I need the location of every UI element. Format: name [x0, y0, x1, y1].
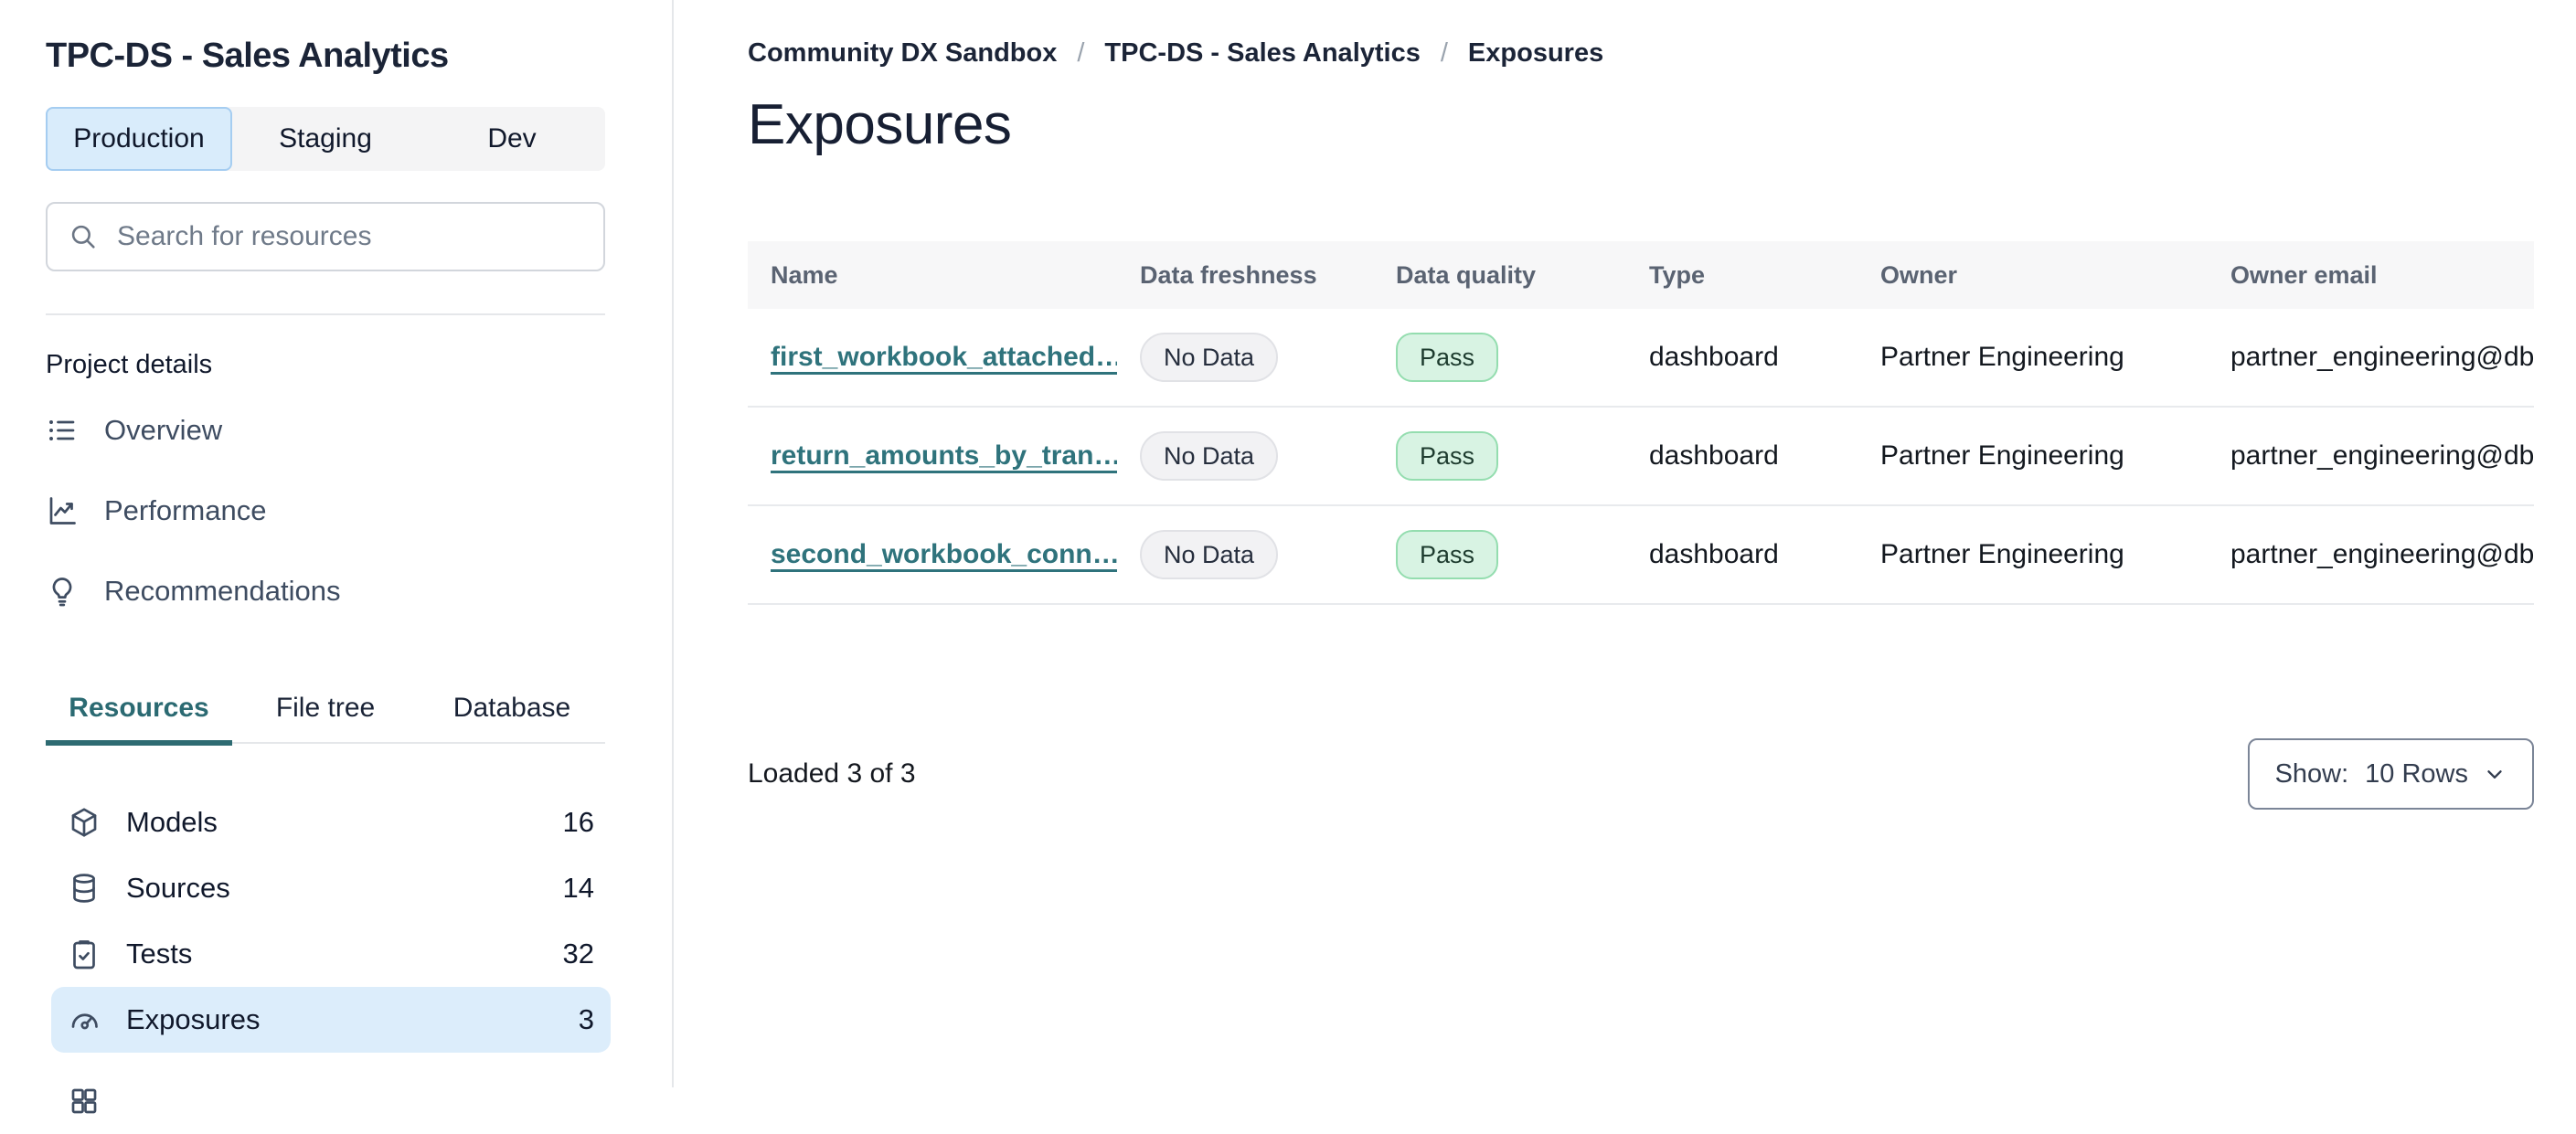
column-header-owner-email: Owner email: [2208, 241, 2534, 309]
column-header-type: Type: [1626, 241, 1857, 309]
owner-email-cell: partner_engineering@dbt…: [2230, 440, 2534, 471]
list-icon: [46, 414, 79, 447]
database-icon: [68, 872, 101, 905]
sidebar-item-label: Recommendations: [104, 575, 341, 607]
exposures-table: Name Data freshness Data quality Type Ow…: [748, 241, 2534, 605]
project-details-nav: Overview Performance Recommendations: [46, 402, 672, 620]
search-input[interactable]: [115, 220, 583, 253]
resource-label: Tests: [126, 938, 193, 970]
env-tab-staging[interactable]: Staging: [232, 107, 419, 171]
exposure-name-link[interactable]: second_workbook_conn…: [771, 539, 1117, 569]
resource-count: 32: [562, 938, 594, 970]
table-header-row: Name Data freshness Data quality Type Ow…: [748, 241, 2534, 309]
owner-email-cell: partner_engineering@dbt…: [2230, 539, 2534, 569]
column-header-owner: Owner: [1857, 241, 2208, 309]
gauge-icon: [68, 1003, 101, 1036]
show-value: 10 Rows: [2365, 758, 2468, 789]
search-icon: [68, 221, 99, 252]
quality-badge: Pass: [1396, 333, 1499, 382]
sidebar-resource-models[interactable]: Models 16: [51, 790, 611, 855]
lightbulb-icon: [46, 575, 79, 608]
sidebar-resource-item-partial[interactable]: [51, 1068, 611, 1134]
sidebar: TPC-DS - Sales Analytics Production Stag…: [0, 0, 674, 1114]
breadcrumb-current: Exposures: [1467, 38, 1604, 68]
clipboard-check-icon: [68, 938, 101, 970]
page-title: Exposures: [748, 93, 1012, 156]
environment-tabs: Production Staging Dev: [46, 107, 605, 171]
env-tab-dev[interactable]: Dev: [419, 107, 605, 171]
breadcrumb-account[interactable]: Community DX Sandbox: [748, 38, 1057, 69]
breadcrumb-separator: /: [1440, 38, 1448, 68]
env-tab-production[interactable]: Production: [46, 107, 232, 171]
column-header-data-freshness: Data freshness: [1117, 241, 1373, 309]
main-content: Community DX Sandbox / TPC-DS - Sales An…: [674, 0, 2576, 1087]
chevron-down-icon: [2483, 762, 2507, 786]
grid-icon: [68, 1085, 101, 1118]
resource-label: Sources: [126, 872, 230, 904]
project-details-label: Project details: [46, 350, 213, 379]
quality-badge: Pass: [1396, 431, 1499, 481]
resource-label: Exposures: [126, 1003, 261, 1035]
package-icon: [68, 806, 101, 839]
column-header-name: Name: [748, 241, 1117, 309]
resource-count: 3: [578, 1003, 594, 1035]
app-root: TPC-DS - Sales Analytics Production Stag…: [0, 0, 2576, 1114]
sidebar-divider: [46, 313, 605, 315]
sidebar-item-recommendations[interactable]: Recommendations: [46, 563, 605, 620]
sidebar-resource-exposures[interactable]: Exposures 3: [51, 987, 611, 1053]
exposure-name-link[interactable]: first_workbook_attached…: [771, 342, 1117, 372]
rows-per-page-dropdown[interactable]: Show: 10 Rows: [2247, 738, 2534, 810]
owner-cell: Partner Engineering: [1880, 440, 2124, 471]
owner-cell: Partner Engineering: [1880, 539, 2124, 569]
table-row: first_workbook_attached… No Data Pass da…: [748, 309, 2534, 408]
exposure-name-link[interactable]: return_amounts_by_tran…: [771, 440, 1117, 471]
project-title: TPC-DS - Sales Analytics: [46, 37, 449, 75]
freshness-badge: No Data: [1140, 530, 1279, 579]
sidebar-item-performance[interactable]: Performance: [46, 482, 605, 539]
resource-list: Models 16 Sources 14 Tests 32 Exposures …: [46, 790, 611, 1134]
freshness-badge: No Data: [1140, 333, 1279, 382]
chart-line-icon: [46, 494, 79, 527]
resource-label: Models: [126, 806, 218, 838]
tab-resources[interactable]: Resources: [46, 693, 232, 746]
breadcrumb-project[interactable]: TPC-DS - Sales Analytics: [1104, 38, 1420, 69]
freshness-badge: No Data: [1140, 431, 1279, 481]
sidebar-item-overview[interactable]: Overview: [46, 402, 605, 459]
tab-file-tree[interactable]: File tree: [232, 693, 419, 742]
show-label: Show:: [2274, 758, 2349, 789]
sidebar-resource-sources[interactable]: Sources 14: [51, 855, 611, 921]
type-cell: dashboard: [1649, 539, 1779, 569]
sidebar-item-label: Performance: [104, 494, 267, 526]
resource-tabs: Resources File tree Database: [46, 693, 605, 746]
sidebar-resource-tests[interactable]: Tests 32: [51, 921, 611, 987]
table-row: return_amounts_by_tran… No Data Pass das…: [748, 407, 2534, 506]
table-row: second_workbook_conn… No Data Pass dashb…: [748, 505, 2534, 605]
table-footer: Loaded 3 of 3 Show: 10 Rows: [748, 738, 2534, 810]
resource-count: 14: [562, 872, 594, 904]
type-cell: dashboard: [1649, 342, 1779, 372]
owner-cell: Partner Engineering: [1880, 342, 2124, 372]
resource-count: 16: [562, 806, 594, 838]
type-cell: dashboard: [1649, 440, 1779, 471]
search-box[interactable]: [46, 202, 605, 271]
tab-database[interactable]: Database: [419, 693, 605, 742]
owner-email-cell: partner_engineering@dbt…: [2230, 342, 2534, 372]
loaded-status: Loaded 3 of 3: [748, 758, 916, 789]
sidebar-item-label: Overview: [104, 414, 223, 446]
quality-badge: Pass: [1396, 530, 1499, 579]
breadcrumb-separator: /: [1077, 38, 1085, 68]
breadcrumb: Community DX Sandbox / TPC-DS - Sales An…: [748, 38, 2534, 69]
column-header-data-quality: Data quality: [1373, 241, 1626, 309]
